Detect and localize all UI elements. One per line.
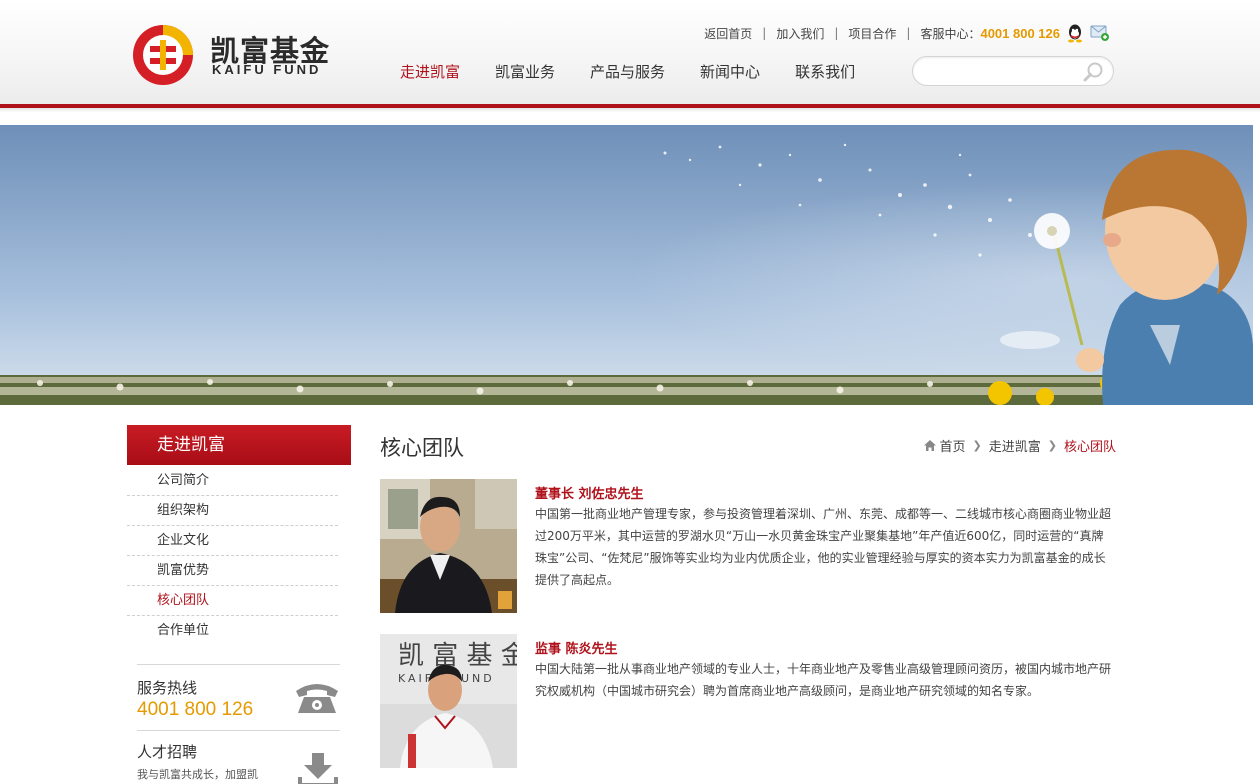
site-header: 凯富基金 KAIFU FUND 返回首页 | 加入我们 | 项目合作 | 客服中… xyxy=(0,0,1260,112)
hotline-number: 4001 800 126 xyxy=(980,25,1060,41)
service-hotline-box: 服务热线 4001 800 126 xyxy=(137,664,340,731)
breadcrumb-home[interactable]: 首页 xyxy=(940,436,966,455)
qq-icon[interactable] xyxy=(1066,23,1084,43)
member-photo: 凯 富 基 金 KAIFU FUND xyxy=(380,634,517,768)
page-title: 核心团队 xyxy=(380,436,464,460)
chevron-right-icon: ❯ xyxy=(972,439,982,452)
logo-mark-icon xyxy=(133,25,193,85)
sidebar-title: 走进凯富 xyxy=(127,425,351,465)
recruitment-label: 人才招聘 xyxy=(137,743,198,761)
main-nav: 走进凯富 凯富业务 产品与服务 新闻中心 联系我们 xyxy=(400,60,890,84)
nav-item-contact[interactable]: 联系我们 xyxy=(795,60,855,84)
sidebar-item-advantages[interactable]: 凯富优势 xyxy=(127,556,338,586)
nav-item-business[interactable]: 凯富业务 xyxy=(495,60,555,84)
recruitment-box[interactable]: 人才招聘 我与凯富共成长，加盟凯 xyxy=(137,730,340,784)
member-name: 董事长 刘佐忠先生 xyxy=(535,487,644,502)
nav-item-news[interactable]: 新闻中心 xyxy=(700,60,760,84)
service-label: 客服中心： xyxy=(920,26,981,41)
breadcrumb-current: 核心团队 xyxy=(1063,440,1116,455)
svg-text:凯 富 基 金: 凯 富 基 金 xyxy=(398,641,517,671)
hero-banner xyxy=(0,125,1253,405)
sidebar-item-culture[interactable]: 企业文化 xyxy=(127,526,338,556)
mail-icon[interactable] xyxy=(1090,24,1110,42)
member-bio: 中国第一批商业地产管理专家，参与投资管理着深圳、广州、东莞、成都等一、二线城市核… xyxy=(535,507,1112,587)
sidebar-item-core-team[interactable]: 核心团队 xyxy=(127,586,338,616)
team-member-card: 董事长 刘佐忠先生 中国第一批商业地产管理专家，参与投资管理着深圳、广州、东莞、… xyxy=(380,479,1120,613)
sidebar-item-structure[interactable]: 组织架构 xyxy=(127,496,338,526)
service-hotline-number: 4001 800 126 xyxy=(137,699,254,720)
nav-item-products[interactable]: 产品与服务 xyxy=(590,60,665,84)
cooperate-link[interactable]: 项目合作 xyxy=(848,25,896,42)
brand-logo[interactable]: 凯富基金 KAIFU FUND xyxy=(130,22,350,92)
member-photo xyxy=(380,479,517,613)
search-input[interactable] xyxy=(925,61,1085,81)
join-link[interactable]: 加入我们 xyxy=(776,25,824,42)
brand-name-en: KAIFU FUND xyxy=(212,62,322,77)
member-bio: 中国大陆第一批从事商业地产领域的专业人士，十年商业地产及零售业高级管理顾问资历，… xyxy=(535,662,1112,698)
divider: | xyxy=(762,26,767,40)
member-name: 监事 陈炎先生 xyxy=(535,642,618,657)
team-member-card: 凯 富 基 金 KAIFU FUND 监事 陈炎先生 中国大陆第一批从事商业地产… xyxy=(380,634,1120,768)
divider: | xyxy=(834,26,839,40)
nav-item-about[interactable]: 走进凯富 xyxy=(400,60,460,84)
home-link[interactable]: 返回首页 xyxy=(704,25,752,42)
top-links: 返回首页 | 加入我们 | 项目合作 | 客服中心： 4001 800 126 xyxy=(704,22,1110,44)
service-hotline-label: 服务热线 xyxy=(137,679,198,697)
recruitment-desc: 我与凯富共成长，加盟凯 xyxy=(137,768,258,781)
sidebar-item-partners[interactable]: 合作单位 xyxy=(127,616,338,646)
home-icon xyxy=(923,440,936,451)
chevron-right-icon: ❯ xyxy=(1047,439,1057,452)
divider: | xyxy=(906,26,911,40)
breadcrumb-parent[interactable]: 走进凯富 xyxy=(989,436,1041,455)
sidebar-item-profile[interactable]: 公司简介 xyxy=(127,466,338,496)
search-icon[interactable] xyxy=(1081,60,1105,84)
sidebar-menu: 公司简介 组织架构 企业文化 凯富优势 核心团队 合作单位 xyxy=(127,466,338,646)
download-icon xyxy=(298,753,338,784)
breadcrumb: 首页 ❯ 走进凯富 ❯ 核心团队 xyxy=(923,436,1116,455)
search-box xyxy=(912,56,1114,86)
telephone-icon xyxy=(296,684,338,713)
